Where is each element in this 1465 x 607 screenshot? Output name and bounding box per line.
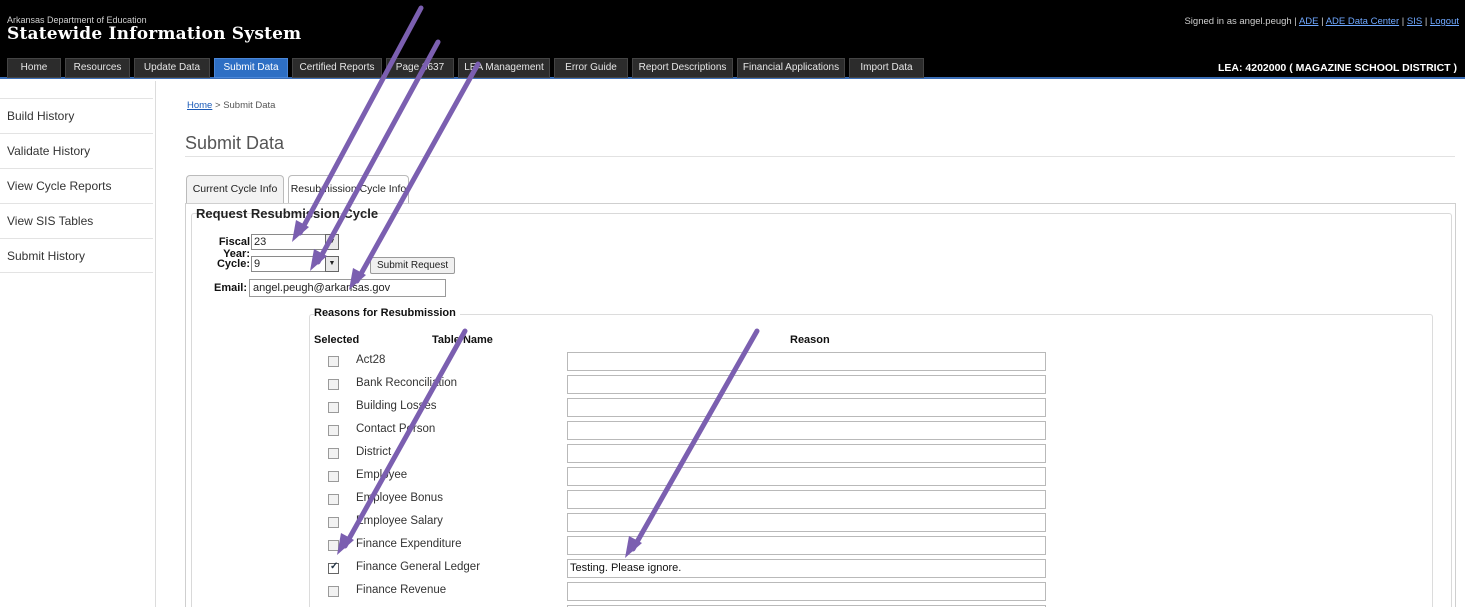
row-checkbox[interactable] — [328, 561, 339, 574]
signed-in-info: Signed in as angel.peugh | ADE | ADE Dat… — [1184, 16, 1459, 27]
breadcrumb-home-link[interactable]: Home — [187, 100, 212, 111]
reason-input[interactable] — [567, 582, 1046, 601]
reason-input[interactable] — [567, 513, 1046, 532]
row-checkbox[interactable] — [328, 471, 339, 482]
reasons-legend: Reasons for Resubmission — [314, 307, 460, 319]
table-name: Bank Reconciliation — [356, 377, 458, 389]
table-row: Building Losses — [0, 398, 1465, 421]
table-row: Contact Person — [0, 421, 1465, 444]
table-row: Finance General Ledger Testing. Please ig… — [0, 559, 1465, 582]
row-checkbox[interactable] — [328, 448, 339, 459]
signed-in-text: Signed in as angel.peugh | — [1184, 16, 1297, 27]
table-row: Finance Expenditure — [0, 536, 1465, 559]
reason-input[interactable]: Testing. Please ignore. — [567, 559, 1046, 578]
table-name: Employee Bonus — [356, 492, 443, 504]
table-name: Finance Revenue — [356, 584, 447, 596]
sidebar-item-build-history[interactable]: Build History — [0, 98, 153, 133]
table-row: Employee Bonus — [0, 490, 1465, 513]
nav-tab-import-data[interactable]: Import Data — [849, 58, 924, 78]
system-title: Statewide Information System — [7, 24, 302, 44]
section-title: Request Resubmission Cycle — [196, 206, 379, 221]
reason-input[interactable] — [567, 444, 1046, 463]
lea-label: LEA: 4202000 ( MAGAZINE SCHOOL DISTRICT … — [1217, 62, 1457, 74]
nav-tab-submit-data[interactable]: Submit Data — [214, 58, 288, 78]
row-checkbox[interactable] — [328, 402, 339, 413]
table-row: Finance Revenue — [0, 582, 1465, 605]
tab-resubmission-cycle-info[interactable]: Resubmission Cycle Info — [288, 175, 409, 204]
link-ade-data-center[interactable]: ADE Data Center — [1326, 16, 1399, 27]
cycle-value: 9 — [254, 258, 261, 270]
sidebar-item-view-cycle-reports[interactable]: View Cycle Reports — [0, 168, 153, 203]
nav-tab-certified-reports[interactable]: Certified Reports — [292, 58, 382, 78]
row-checkbox[interactable] — [328, 540, 339, 551]
fiscal-year-label: Fiscal Year: — [218, 236, 250, 260]
nav-tab-resources[interactable]: Resources — [65, 58, 130, 78]
nav-tab-financial-applications[interactable]: Financial Applications — [737, 58, 845, 78]
column-header-selected: Selected — [314, 334, 360, 346]
row-checkbox[interactable] — [328, 494, 339, 505]
email-label: Email: — [213, 282, 247, 294]
table-name: District — [356, 446, 392, 458]
column-header-reason: Reason — [790, 334, 830, 346]
table-name: Contact Person — [356, 423, 436, 435]
nav-tab-error-guide[interactable]: Error Guide — [554, 58, 628, 78]
reason-input[interactable] — [567, 375, 1046, 394]
app-header: Arkansas Department of Education Statewi… — [0, 0, 1465, 79]
nav-tab-home[interactable]: Home — [7, 58, 61, 78]
reason-input[interactable] — [567, 398, 1046, 417]
nav-tab-update-data[interactable]: Update Data — [134, 58, 210, 78]
sidebar-item-submit-history[interactable]: Submit History — [0, 238, 153, 273]
sidebar: Build History Validate History View Cycl… — [0, 98, 153, 273]
reason-input[interactable] — [567, 467, 1046, 486]
reason-input[interactable] — [567, 352, 1046, 371]
chevron-down-icon[interactable]: ▼ — [325, 256, 339, 272]
row-checkbox[interactable] — [328, 586, 339, 597]
link-sis[interactable]: SIS — [1407, 16, 1422, 27]
column-header-table-name: Table Name — [432, 334, 493, 346]
link-ade[interactable]: ADE — [1299, 16, 1319, 27]
chevron-down-icon[interactable]: ▼ — [325, 234, 339, 250]
table-name: Building Losses — [356, 400, 437, 412]
breadcrumb: Home > Submit Data — [187, 100, 275, 111]
nav-tab-page-3637[interactable]: Page 3637 — [386, 58, 454, 78]
nav-tab-lea-management[interactable]: LEA Management — [458, 58, 550, 78]
table-name: Employee — [356, 469, 408, 481]
nav-tab-report-descriptions[interactable]: Report Descriptions — [632, 58, 733, 78]
table-row: Act28 — [0, 352, 1465, 375]
cycle-label: Cycle: — [216, 258, 250, 270]
row-checkbox[interactable] — [328, 356, 339, 367]
table-name: Finance Expenditure — [356, 538, 462, 550]
row-checkbox[interactable] — [328, 379, 339, 390]
link-logout[interactable]: Logout — [1430, 16, 1459, 27]
table-name: Act28 — [356, 354, 386, 366]
row-checkbox[interactable] — [328, 517, 339, 528]
email-field[interactable]: angel.peugh@arkansas.gov — [249, 279, 446, 297]
breadcrumb-separator: > — [214, 100, 221, 111]
tab-current-cycle-info[interactable]: Current Cycle Info — [186, 175, 284, 203]
cycle-select[interactable]: 9 ▼ — [251, 256, 339, 272]
table-row: Employee — [0, 467, 1465, 490]
breadcrumb-current: Submit Data — [223, 100, 276, 111]
sidebar-item-view-sis-tables[interactable]: View SIS Tables — [0, 203, 153, 238]
submit-request-button[interactable]: Submit Request — [370, 257, 456, 274]
row-checkbox[interactable] — [328, 425, 339, 436]
table-name: Finance General Ledger — [356, 561, 481, 573]
reason-input[interactable] — [567, 421, 1046, 440]
table-name: Employee Salary — [356, 515, 443, 527]
sidebar-item-validate-history[interactable]: Validate History — [0, 133, 153, 168]
table-row: Bank Reconciliation — [0, 375, 1465, 398]
reason-input[interactable] — [567, 490, 1046, 509]
fiscal-year-select[interactable]: 23 ▼ — [251, 234, 339, 250]
fiscal-year-value: 23 — [254, 236, 267, 248]
table-row: Employee Salary — [0, 513, 1465, 536]
page-title: Submit Data — [185, 133, 285, 153]
table-row: District — [0, 444, 1465, 467]
reason-input[interactable] — [567, 536, 1046, 555]
title-divider — [185, 156, 1455, 157]
